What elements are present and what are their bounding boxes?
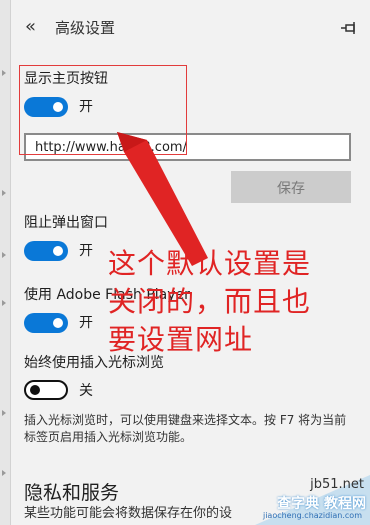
annotation-line: 这个默认设置是 [108,247,312,280]
annotation-text: 这个默认设置是 关闭的，而且也 要设置网址 [108,245,358,359]
annotation-line: 关闭的，而且也 [108,285,312,318]
annotation-line: 要设置网址 [108,323,254,356]
